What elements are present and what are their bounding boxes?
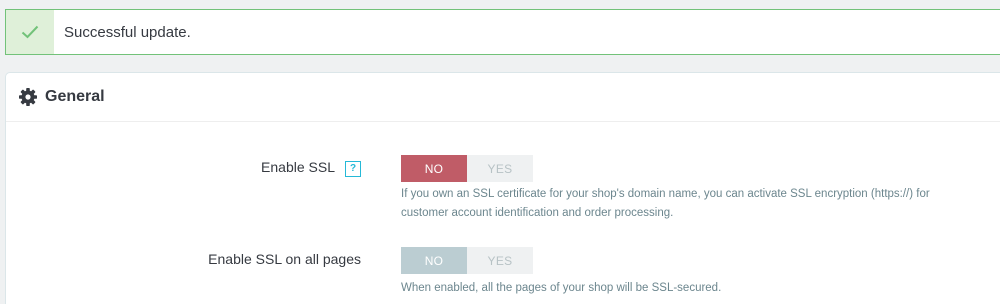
panel-title: General <box>45 88 105 105</box>
panel-heading: General <box>6 73 1000 122</box>
enable-ssl-all-pages-switch[interactable]: NO YES <box>401 247 533 274</box>
setting-label-enable-ssl: Enable SSL? <box>261 159 361 177</box>
success-alert: Successful update. <box>5 9 1000 55</box>
general-panel: General Enable SSL? NO YES If you own an… <box>5 72 1000 304</box>
enable-ssl-no-option[interactable]: NO <box>401 155 467 182</box>
setting-label-text: Enable SSL <box>261 159 335 175</box>
enable-ssl-switch[interactable]: NO YES <box>401 155 533 182</box>
enable-ssl-all-pages-no-option[interactable]: NO <box>401 247 467 274</box>
enable-ssl-all-pages-hint: When enabled, all the pages of your shop… <box>401 282 722 294</box>
help-icon[interactable]: ? <box>345 161 361 177</box>
check-icon <box>21 25 39 39</box>
setting-label-enable-ssl-all-pages: Enable SSL on all pages <box>208 251 361 267</box>
alert-icon-box <box>6 10 54 54</box>
enable-ssl-all-pages-yes-option[interactable]: YES <box>467 247 533 274</box>
gear-icon <box>19 88 37 106</box>
enable-ssl-yes-option[interactable]: YES <box>467 155 533 182</box>
enable-ssl-hint: If you own an SSL certificate for your s… <box>401 188 930 219</box>
alert-message: Successful update. <box>64 23 191 41</box>
